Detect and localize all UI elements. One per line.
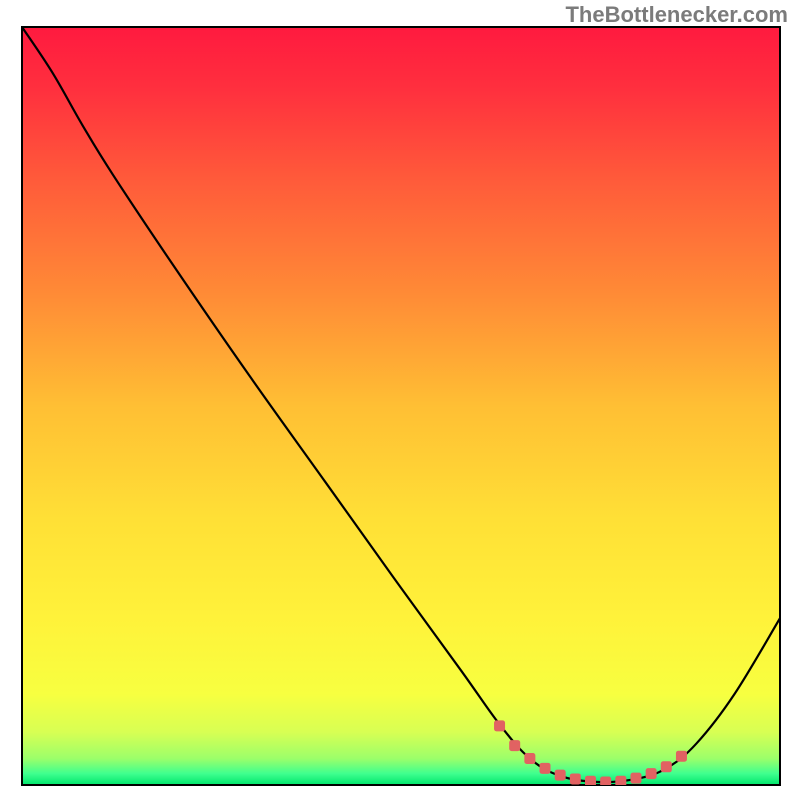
marker-point [661,761,672,772]
bottleneck-chart [0,0,800,800]
marker-point [570,773,581,784]
marker-point [524,753,535,764]
marker-point [646,768,657,779]
marker-point [555,770,566,781]
gradient-background [22,27,780,785]
marker-point [540,763,551,774]
marker-point [509,740,520,751]
marker-point [676,751,687,762]
marker-point [630,773,641,784]
chart-container: { "attribution": "TheBottlenecker.com", … [0,0,800,800]
attribution-text: TheBottlenecker.com [565,2,788,28]
marker-point [494,720,505,731]
